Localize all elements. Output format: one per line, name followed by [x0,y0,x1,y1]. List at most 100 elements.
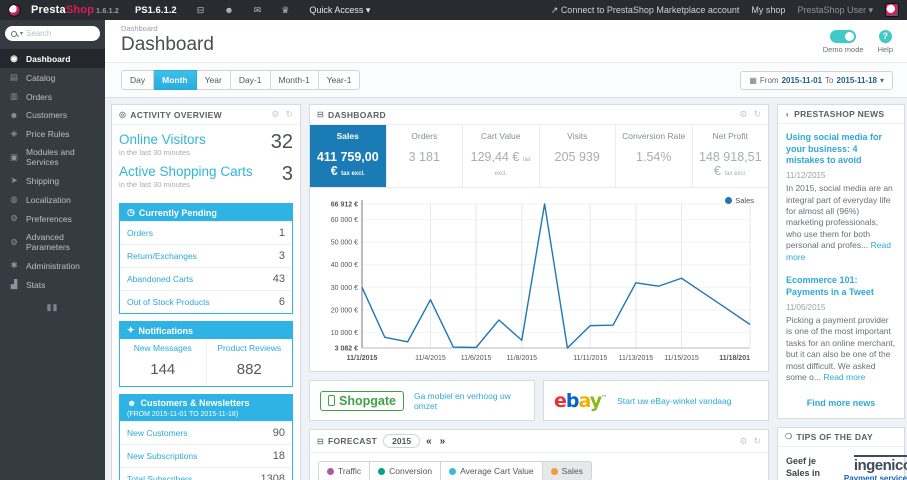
sidebar-item-modules[interactable]: ▣ Modules and Services [0,143,105,171]
administration-icon: ✱ [10,260,18,270]
forecast-sales-button[interactable]: Sales [542,461,592,480]
new-subscriptions-row[interactable]: New Subscriptions 18 [120,444,292,467]
sidebar-item-dashboard[interactable]: ◉ Dashboard [0,49,105,68]
refresh-icon[interactable]: ↻ [285,109,293,120]
shopgate-logo: Shopgate [320,390,404,411]
version-label: 1.6.1.2 [96,8,119,15]
sidebar-item-shipping[interactable]: ➤ Shipping [0,171,105,190]
sidebar-item-preferences[interactable]: ⚙ Preferences [0,209,105,228]
total-subscribers-row[interactable]: Total Subscribers 1308 [120,467,292,480]
traffic-dot [327,467,334,475]
kpi-tab-sales[interactable]: Sales 411 759,00 € tax excl. [310,125,386,187]
activity-icon: ◎ [119,110,127,119]
sidebar-item-orders[interactable]: ▥ Orders [0,87,105,106]
demo-mode-toggle[interactable] [830,30,857,43]
gear-icon[interactable]: ⚙ [739,436,747,447]
date-from: 2015-11-01 [781,75,823,85]
pending-abandoned-carts-row[interactable]: Abandoned Carts 43 [120,267,292,290]
sidebar-item-administration[interactable]: ✱ Administration [0,256,105,275]
news-item-title[interactable]: Using social media for your business: 4 … [786,132,896,167]
period-month-1-button[interactable]: Month-1 [270,70,319,90]
sidebar-collapse-button[interactable]: ▮▮ [0,302,105,313]
sidebar-item-price-rules[interactable]: ◈ Price Rules [0,124,105,143]
trophy-icon[interactable]: ♛ [281,5,289,16]
sidebar-item-catalog[interactable]: ▤ Catalog [0,68,105,87]
kpi-tabs: Sales 411 759,00 € tax excl. Orders 3 181 … [310,125,768,188]
dashboard-panel: ⊟ DASHBOARD ⚙ ↻ Sales 411 759,00 € tax excl… [309,104,769,372]
pending-orders-row[interactable]: Orders 1 [120,221,292,244]
tips-panel-title: ❍ TIPS OF THE DAY [785,431,873,442]
online-visitors-row: Online Visitors in the last 30 minutes 3… [119,131,293,157]
active-carts-link[interactable]: Active Shopping Carts [119,164,253,179]
refresh-icon[interactable]: ↻ [753,436,761,447]
sidebar-search[interactable]: ▾ [5,26,100,41]
forecast-traffic-button[interactable]: Traffic [318,461,371,480]
period-year-button[interactable]: Year [196,70,231,90]
mail-icon[interactable]: ✉ [254,5,262,16]
breadcrumb[interactable]: Dashboard [121,24,214,33]
read-more-link[interactable]: Read more [823,372,865,382]
news-panel-title: ◗ PRESTASHOP NEWS [785,109,885,119]
period-day-button[interactable]: Day [121,70,155,90]
orders-icon: ▥ [9,91,19,101]
help-icon[interactable]: ? [878,30,892,43]
next-year-button[interactable]: » [438,436,448,447]
kpi-tab-net-profit[interactable]: Net Profit 148 918,51 € tax excl. [691,125,769,187]
help-label: Help [877,45,893,54]
new-messages-cell[interactable]: New Messages 144 [120,339,206,386]
previous-year-button[interactable]: « [424,436,434,447]
period-day-1-button[interactable]: Day-1 [230,70,271,90]
online-visitors-link[interactable]: Online Visitors [119,132,206,147]
date-range-picker[interactable]: ▦ From 2015-11-01 To 2015-11-18 ▾ [740,70,893,90]
sidebar-item-localization[interactable]: ◍ Localization [0,190,105,209]
user-avatar[interactable] [885,3,899,17]
refresh-icon[interactable]: ↻ [753,109,761,120]
dashboard-icon: ◉ [10,53,18,63]
sales-dot [550,467,558,475]
gear-icon[interactable]: ⚙ [739,109,747,120]
pending-out-of-stock-row[interactable]: Out of Stock Products 6 [120,290,292,313]
news-item-body: Picking a payment provider is one of the… [786,314,896,383]
product-reviews-cell[interactable]: Product Reviews 882 [205,339,293,386]
brand-name: PrestaShop 1.6.1.2 [31,4,119,16]
customers-icon: ☻ [9,110,19,120]
svg-text:50 000 €: 50 000 € [331,240,358,247]
user-menu[interactable]: PrestaShop User ▾ [797,5,873,16]
shipping-icon: ➤ [10,175,18,185]
kpi-tab-orders[interactable]: Orders 3 181 [385,125,463,187]
period-year-1-button[interactable]: Year-1 [318,70,361,90]
demo-mode-label: Demo mode [822,45,864,54]
pending-returns-row[interactable]: Return/Exchanges 3 [120,244,292,267]
my-shop-link[interactable]: My shop [751,5,785,15]
shopgate-banner[interactable]: Shopgate Ga mobiel en verhoog uw omzet [309,380,535,421]
search-input[interactable] [26,29,87,38]
chevron-down-icon[interactable]: ▾ [20,30,23,37]
period-month-button[interactable]: Month [154,70,197,90]
customers-icon[interactable]: ☻ [224,5,233,15]
shop-code[interactable]: PS1.6.1.2 [135,5,177,16]
shopgate-link[interactable]: Ga mobiel en verhoog uw omzet [414,391,524,411]
search-icon [11,30,17,37]
gear-icon[interactable]: ⚙ [271,109,279,120]
kpi-tab-cart-value[interactable]: Cart Value 129,44 € tax excl. [462,125,539,187]
quick-access-menu[interactable]: Quick Access ▾ [309,5,370,16]
new-customers-row[interactable]: New Customers 90 [120,421,292,444]
forecast-average-cart-value-button[interactable]: Average Cart Value [441,461,543,480]
news-item-title[interactable]: Ecommerce 101: Payments in a Tweet [786,275,896,298]
find-more-news-link[interactable]: Find more news [786,398,896,408]
svg-text:40 000 €: 40 000 € [331,262,358,269]
sidebar-item-advanced-parameters[interactable]: ⚙ Advanced Parameters [0,228,105,256]
conversion-dot [378,467,386,475]
forecast-conversion-button[interactable]: Conversion [370,461,442,480]
sidebar-item-customers[interactable]: ☻ Customers [0,106,105,124]
ebay-banner[interactable]: ebay™ Start uw eBay-winkel vandaag [543,380,769,421]
cart-icon[interactable]: ⊟ [197,5,205,16]
sales-line-chart: 66 912 € 60 000 € 50 000 € 40 000 € 30 000 €… [331,200,751,362]
marketplace-link[interactable]: ↗ Connect to PrestaShop Marketplace acco… [551,5,740,16]
ebay-link[interactable]: Start uw eBay-winkel vandaag [617,396,731,406]
sidebar-item-stats[interactable]: ▟ Stats [0,275,105,294]
active-carts-row: Active Shopping Carts in the last 30 min… [119,163,293,189]
lightbulb-icon: ❍ [785,432,793,442]
kpi-tab-visits[interactable]: Visits 205 939 [538,125,616,187]
kpi-tab-conversion-rate[interactable]: Conversion Rate 1.54% [615,125,692,187]
